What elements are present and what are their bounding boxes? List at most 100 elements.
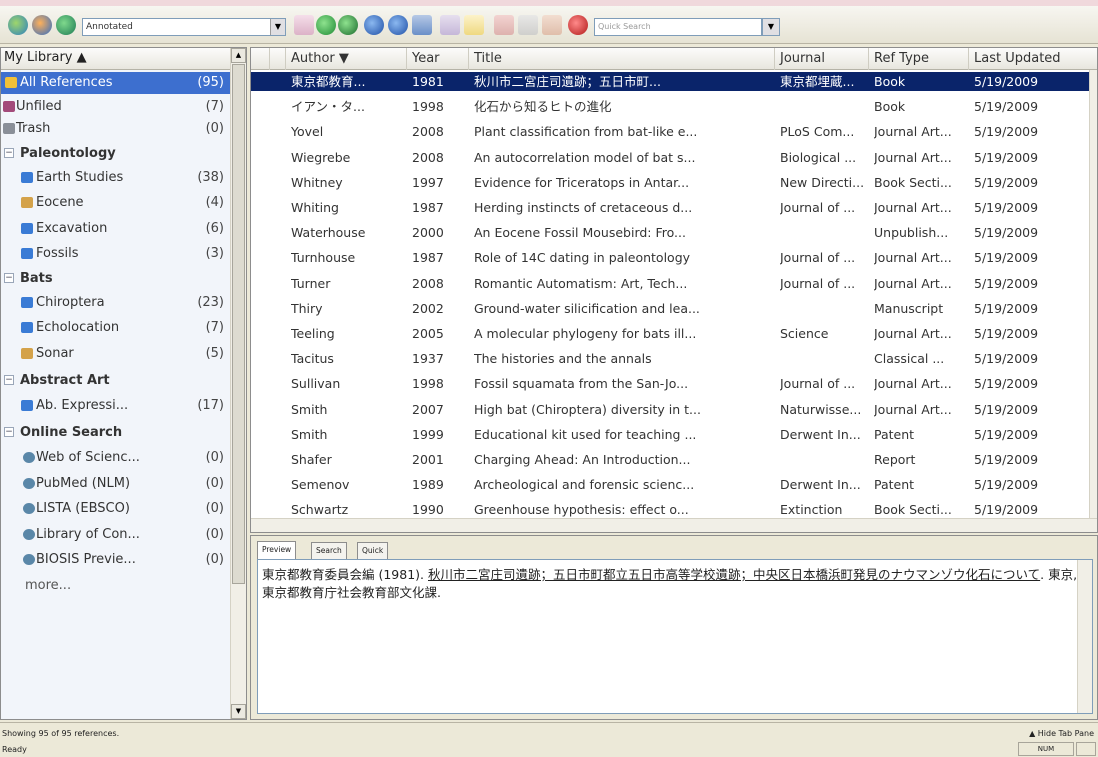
new-reference-icon[interactable]	[294, 15, 314, 35]
tab-preview[interactable]: Preview	[257, 541, 297, 559]
table-row[interactable]: Whiting 1987 Herding instincts of cretaceo…	[251, 198, 1097, 217]
column-header-last-updated[interactable]: Last Updated	[969, 48, 1097, 70]
sidebar-item-pubmed[interactable]: PubMed (NLM) (0)	[1, 473, 230, 495]
table-row[interactable]: Teeling 2005 A molecular phylogeny for bat…	[251, 324, 1097, 343]
sidebar-item-ab-expressionism[interactable]: Ab. Expressi... (17)	[1, 395, 230, 417]
cell-year: 2005	[412, 326, 444, 341]
endnote-icon[interactable]	[8, 15, 28, 35]
table-row[interactable]: Waterhouse 2000 An Eocene Fossil Mousebird…	[251, 223, 1097, 242]
help-icon[interactable]	[568, 15, 588, 35]
sidebar-item-unfiled[interactable]: Unfiled (7)	[1, 96, 230, 118]
sidebar-item-label: Web of Scienc...	[36, 450, 140, 465]
table-row[interactable]: Tacitus 1937 The histories and the annals C…	[251, 349, 1097, 368]
table-horizontal-scrollbar[interactable]	[251, 518, 1097, 532]
num-lock-indicator: NUM	[1018, 742, 1074, 756]
table-row[interactable]: Wiegrebe 2008 An autocorrelation model of …	[251, 148, 1097, 167]
chevron-down-icon[interactable]: ▼	[763, 19, 779, 35]
sidebar-item-chiroptera[interactable]: Chiroptera (23)	[1, 292, 230, 314]
column-header-year[interactable]: Year	[407, 48, 469, 70]
table-row[interactable]: イアン・タ... 1998 化石から知るヒトの進化 Book 5/19/2009	[251, 97, 1097, 116]
format-bibliography-icon[interactable]	[518, 15, 538, 35]
table-row[interactable]: Turner 2008 Romantic Automatism: Art, Tech…	[251, 274, 1097, 293]
column-header-title[interactable]: Title	[469, 48, 775, 70]
cell-journal: Journal of ...	[780, 200, 856, 215]
table-row[interactable]: Whitney 1997 Evidence for Triceratops in A…	[251, 173, 1097, 192]
open-link-icon[interactable]	[464, 15, 484, 35]
integrated-icon[interactable]	[388, 15, 408, 35]
scroll-down-icon[interactable]: ▼	[231, 704, 246, 719]
globe-icon[interactable]	[56, 15, 76, 35]
column-header-journal[interactable]: Journal	[775, 48, 869, 70]
cell-journal: Naturwisse...	[780, 401, 862, 417]
sidebar-item-earth-studies[interactable]: Earth Studies (38)	[1, 167, 230, 189]
tab-search[interactable]: Search	[311, 542, 347, 559]
left-panel-scrollbar[interactable]: ▲ ▼	[230, 48, 246, 719]
table-row[interactable]: Smith 2007 High bat (Chiroptera) diversity…	[251, 400, 1097, 419]
cell-year: 2000	[412, 225, 444, 241]
sidebar-item-lista[interactable]: LISTA (EBSCO) (0)	[1, 498, 230, 520]
insert-citation-icon[interactable]	[494, 15, 514, 35]
table-row[interactable]: Thiry 2002 Ground-water silicification and…	[251, 299, 1097, 318]
sidebar-item-echolocation[interactable]: Echolocation (7)	[1, 317, 230, 339]
group-set-paleontology[interactable]: − Paleontology	[1, 143, 230, 165]
table-row[interactable]: Turnhouse 1987 Role of 14C dating in paleo…	[251, 248, 1097, 267]
bats-icon[interactable]	[32, 15, 52, 35]
column-header-author[interactable]: Author ▼	[286, 48, 407, 70]
cell-updated: 5/19/2009	[974, 426, 1039, 442]
hide-tab-pane-button[interactable]: ▲ Hide Tab Pane	[1029, 729, 1094, 738]
collapse-icon[interactable]: −	[4, 375, 14, 385]
cell-journal: Extinction	[780, 502, 843, 518]
table-row[interactable]: Yovel 2008 Plant classification from bat-l…	[251, 122, 1097, 141]
table-row[interactable]: Schwartz 1990 Greenhouse hypothesis: effec…	[251, 500, 1097, 519]
style-select[interactable]: Annotated ▼	[82, 18, 286, 36]
table-row[interactable]: Sullivan 1998 Fossil squamata from the San…	[251, 374, 1097, 393]
preview-scrollbar[interactable]	[1077, 560, 1092, 713]
table-row[interactable]: Semenov 1989 Archeological and forensic sc…	[251, 475, 1097, 494]
cell-journal: Journal of ...	[780, 250, 856, 266]
sidebar-item-all-references[interactable]: All References (95)	[1, 72, 230, 94]
table-vertical-scrollbar[interactable]	[1089, 70, 1097, 520]
sidebar-item-web-of-science[interactable]: Web of Scienc... (0)	[1, 447, 230, 469]
column-header-attachment[interactable]	[251, 48, 270, 70]
cell-author: Smith	[291, 401, 328, 417]
online-search-icon[interactable]	[440, 15, 460, 35]
quick-search-dropdown[interactable]: ▼	[762, 18, 780, 36]
collapse-icon[interactable]: −	[4, 273, 14, 283]
sidebar-item-excavation[interactable]: Excavation (6)	[1, 218, 230, 240]
tab-quick-edit[interactable]: Quick Edit	[357, 542, 389, 570]
style-select-value: Annotated	[86, 22, 133, 32]
collapse-icon[interactable]: −	[4, 148, 14, 158]
column-header-read-status[interactable]	[270, 48, 286, 70]
scroll-thumb[interactable]	[232, 64, 245, 584]
table-row[interactable]: 東京都教育... 1981 秋川市二宮庄司遺跡；五日市町... 東京都埋蔵... Boo…	[251, 72, 1097, 91]
group-set-online-search[interactable]: − Online Search	[1, 422, 230, 444]
cell-year: 1937	[412, 351, 444, 367]
quick-search-input[interactable]: Quick Search	[594, 18, 762, 36]
local-library-icon[interactable]	[338, 15, 358, 35]
cell-journal: Biological ...	[780, 149, 857, 165]
collapse-icon[interactable]: −	[4, 427, 14, 437]
cell-updated: 5/19/2009	[974, 477, 1039, 493]
preview-author: 東京都教育委員会編 (1981).	[262, 567, 425, 582]
online-mode-icon[interactable]	[364, 15, 384, 35]
sidebar-item-fossils[interactable]: Fossils (3)	[1, 243, 230, 265]
cut-icon[interactable]	[316, 15, 336, 35]
cwyw-icon[interactable]	[542, 15, 562, 35]
more-link[interactable]: more...	[1, 575, 230, 597]
find-full-text-icon[interactable]	[412, 15, 432, 35]
table-row[interactable]: Smith 1999 Educational kit used for teachi…	[251, 425, 1097, 444]
group-set-bats[interactable]: − Bats	[1, 268, 230, 290]
table-row[interactable]: Shafer 2001 Charging Ahead: An Introductio…	[251, 450, 1097, 469]
sidebar-item-eocene[interactable]: Eocene (4)	[1, 192, 230, 214]
my-library-header[interactable]: My Library ▲	[1, 48, 230, 70]
sidebar-item-trash[interactable]: Trash (0)	[1, 118, 230, 140]
sidebar-item-sonar[interactable]: Sonar (5)	[1, 343, 230, 365]
chevron-down-icon[interactable]: ▼	[270, 19, 285, 35]
sidebar-item-biosis[interactable]: BIOSIS Previe... (0)	[1, 549, 230, 571]
sidebar-item-library-of-congress[interactable]: Library of Con... (0)	[1, 524, 230, 546]
scroll-up-icon[interactable]: ▲	[231, 48, 246, 63]
sidebar-item-label: Eocene	[36, 195, 84, 210]
group-set-abstract-art[interactable]: − Abstract Art	[1, 370, 230, 392]
item-count: (95)	[197, 75, 224, 90]
column-header-ref-type[interactable]: Ref Type	[869, 48, 969, 70]
